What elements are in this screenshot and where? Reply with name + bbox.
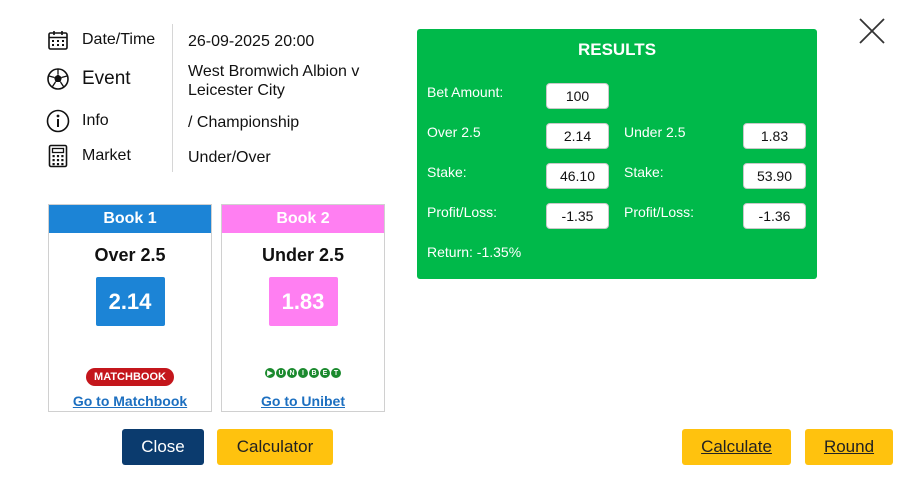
bet-amount-label: Bet Amount:	[427, 84, 504, 100]
unibet-logo-letter: U	[276, 368, 286, 378]
unibet-logo-arrow: ▶	[265, 368, 275, 378]
calculator-button[interactable]: Calculator	[217, 429, 333, 465]
book-1-market: Over 2.5	[94, 245, 166, 265]
results-panel: RESULTS Bet Amount: 100 Over 2.5 2.14 Un…	[417, 29, 817, 279]
book-2-header: Book 2	[222, 205, 384, 233]
under-odds-input[interactable]: 1.83	[743, 123, 806, 149]
matchbook-logo-text: MATCHBOOK	[86, 368, 174, 386]
results-title: RESULTS	[577, 40, 657, 59]
info-value: / Championship	[188, 114, 300, 131]
event-row: Event	[46, 67, 131, 91]
event-value-line2: Leicester City	[188, 82, 285, 99]
matchbook-logo: MATCHBOOK	[49, 368, 211, 386]
close-button[interactable]: Close	[122, 429, 204, 465]
close-icon[interactable]	[858, 17, 886, 45]
stake-over-input[interactable]: 46.10	[546, 163, 609, 189]
unibet-logo-letter: E	[320, 368, 330, 378]
book-2-market: Under 2.5	[261, 245, 345, 265]
profit-loss-over-label: Profit/Loss:	[427, 204, 498, 220]
book-1-odds[interactable]: 2.14	[95, 277, 165, 326]
unibet-logo-letter: B	[309, 368, 319, 378]
soccer-ball-icon	[46, 67, 70, 91]
book-2-odds[interactable]: 1.83	[268, 277, 338, 326]
go-to-unibet-link[interactable]: Go to Unibet	[222, 393, 384, 409]
datetime-label: Date/Time	[82, 31, 156, 48]
info-label: Info	[82, 112, 109, 129]
market-label: Market	[82, 147, 131, 164]
info-icon	[46, 109, 70, 133]
datetime-value: 26-09-2025 20:00	[188, 33, 315, 50]
stake-under-label: Stake:	[624, 164, 664, 180]
bet-amount-input[interactable]: 100	[546, 83, 609, 109]
calculate-button[interactable]: Calculate	[682, 429, 791, 465]
under-label: Under 2.5	[624, 124, 686, 140]
unibet-logo-letter: N	[287, 368, 297, 378]
return-text: Return: -1.35%	[427, 244, 522, 260]
info-divider	[172, 24, 173, 172]
profit-loss-under-label: Profit/Loss:	[624, 204, 695, 220]
unibet-logo-mark: ▶ U N I B E T	[265, 368, 341, 378]
info-row: Info	[46, 109, 109, 133]
unibet-logo-letter: I	[298, 368, 308, 378]
book-1-card: Book 1 Over 2.5 2.14 MATCHBOOK Go to Mat…	[48, 204, 212, 412]
profit-loss-over-value[interactable]: -1.35	[546, 203, 609, 229]
unibet-logo-letter: T	[331, 368, 341, 378]
over-label: Over 2.5	[427, 124, 481, 140]
over-odds-input[interactable]: 2.14	[546, 123, 609, 149]
round-button[interactable]: Round	[805, 429, 893, 465]
datetime-row: Date/Time	[46, 28, 155, 52]
go-to-matchbook-link[interactable]: Go to Matchbook	[49, 393, 211, 409]
book-2-card: Book 2 Under 2.5 1.83 ▶ U N I B E T Go to Unib…	[221, 204, 385, 412]
market-value: Under/Over	[188, 149, 271, 166]
market-row: Market	[46, 144, 131, 168]
stake-under-input[interactable]: 53.90	[743, 163, 806, 189]
event-value: West Bromwich Albion v Leicester City	[188, 62, 359, 100]
book-1-header: Book 1	[49, 205, 211, 233]
event-label: Event	[82, 68, 131, 89]
profit-loss-under-value[interactable]: -1.36	[743, 203, 806, 229]
calculator-icon	[46, 144, 70, 168]
calendar-icon	[46, 28, 70, 52]
event-value-line1: West Bromwich Albion v	[188, 63, 360, 80]
stake-over-label: Stake:	[427, 164, 467, 180]
unibet-logo: ▶ U N I B E T	[222, 368, 384, 378]
